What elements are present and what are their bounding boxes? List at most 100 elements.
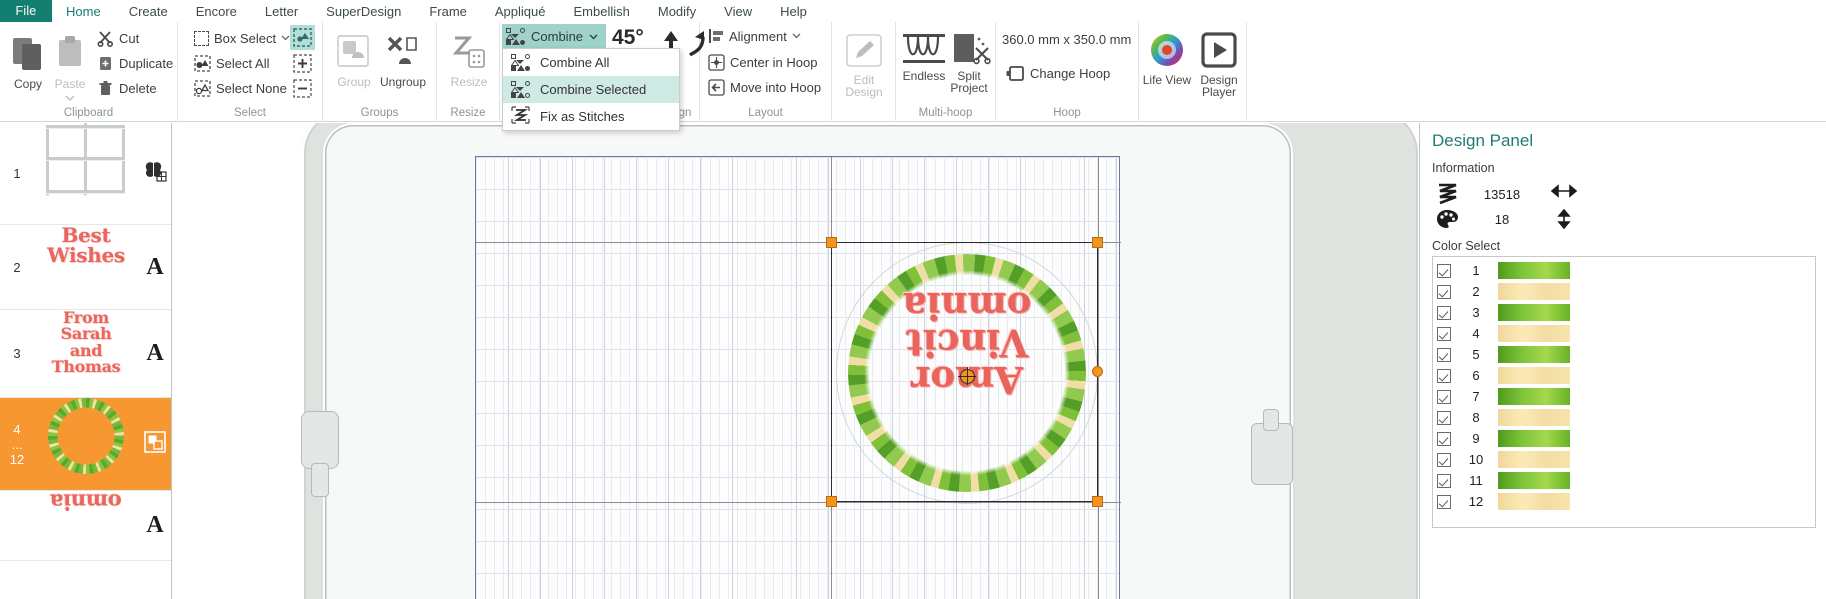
filmstrip-row-1-thumbnail[interactable] — [34, 123, 138, 224]
group-button[interactable]: Group — [326, 32, 382, 88]
filmstrip-row-5[interactable]: omnia A — [0, 489, 171, 561]
menu-item-fix-as-stitches[interactable]: Fix as Stitches — [503, 103, 679, 130]
paste-button[interactable]: Paste — [42, 34, 98, 104]
select-all-button[interactable]: Select All — [192, 52, 271, 74]
combine-dropdown-menu[interactable]: Combine All Combine Selected Fix as Stit… — [502, 48, 680, 131]
box-select-button[interactable]: Box Select — [192, 27, 292, 49]
resize-handle-top-right[interactable] — [1092, 237, 1103, 248]
filmstrip-row-3-thumbnail[interactable]: From Sarah and Thomas — [34, 309, 138, 397]
color-checkbox[interactable] — [1437, 431, 1451, 446]
remove-from-selection-button[interactable] — [290, 77, 315, 100]
tab-file[interactable]: File — [0, 0, 52, 22]
color-row[interactable]: 12 — [1437, 491, 1811, 512]
color-swatch[interactable] — [1498, 325, 1570, 342]
design-filmstrip[interactable]: 1 2 Best Wishes A 3 From Sarah and Thoma… — [0, 123, 172, 599]
filmstrip-row-3[interactable]: 3 From Sarah and Thomas A — [0, 309, 171, 398]
life-view-button[interactable]: Life View — [1139, 30, 1195, 86]
design-canvas[interactable]: Amor Vincit omnia — [173, 123, 1418, 599]
tab-frame[interactable]: Frame — [415, 0, 481, 22]
tab-help[interactable]: Help — [766, 0, 821, 22]
color-select-list[interactable]: 1 2 3 4 5 6 7 8 9 10 11 12 — [1432, 256, 1816, 528]
color-checkbox[interactable] — [1437, 263, 1451, 278]
filmstrip-row-2[interactable]: 2 Best Wishes A — [0, 225, 171, 310]
color-row[interactable]: 3 — [1437, 302, 1811, 323]
color-row[interactable]: 6 — [1437, 365, 1811, 386]
color-checkbox[interactable] — [1437, 389, 1451, 404]
rotation-angle-value[interactable]: 45° — [612, 26, 644, 50]
tab-embellish[interactable]: Embellish — [560, 0, 644, 22]
rotate-handle-right[interactable] — [1092, 366, 1103, 377]
design-center-marker[interactable] — [958, 367, 976, 385]
delete-button[interactable]: Delete — [95, 77, 159, 99]
color-row[interactable]: 4 — [1437, 323, 1811, 344]
color-swatch[interactable] — [1498, 472, 1570, 489]
filmstrip-row-5-thumbnail[interactable]: omnia — [34, 489, 138, 560]
color-row[interactable]: 5 — [1437, 344, 1811, 365]
cut-button[interactable]: Cut — [95, 27, 141, 49]
color-row[interactable]: 2 — [1437, 281, 1811, 302]
center-in-hoop-button[interactable]: Center in Hoop — [706, 51, 819, 73]
stitch-work-area[interactable]: Amor Vincit omnia — [475, 156, 1121, 599]
color-checkbox[interactable] — [1437, 347, 1451, 362]
tab-view[interactable]: View — [710, 0, 766, 22]
color-swatch[interactable] — [1498, 430, 1570, 447]
add-to-selection-button[interactable] — [290, 52, 315, 75]
design-player-button[interactable]: Design Player — [1191, 30, 1247, 98]
color-swatch[interactable] — [1498, 493, 1570, 510]
menu-item-combine-all[interactable]: Combine All — [503, 49, 679, 76]
color-checkbox[interactable] — [1437, 473, 1451, 488]
tab-encore[interactable]: Encore — [182, 0, 251, 22]
color-checkbox[interactable] — [1437, 494, 1451, 509]
tab-create[interactable]: Create — [115, 0, 182, 22]
color-swatch[interactable] — [1498, 346, 1570, 363]
color-row[interactable]: 11 — [1437, 470, 1811, 491]
change-hoop-button[interactable]: Change Hoop — [1004, 62, 1112, 84]
tab-superdesign[interactable]: SuperDesign — [312, 0, 415, 22]
color-row[interactable]: 10 — [1437, 449, 1811, 470]
resize-handle-bottom-left[interactable] — [826, 496, 837, 507]
color-checkbox[interactable] — [1437, 452, 1451, 467]
tab-home[interactable]: Home — [52, 0, 115, 22]
chevron-down-icon[interactable] — [281, 35, 290, 41]
color-swatch[interactable] — [1498, 409, 1570, 426]
color-checkbox[interactable] — [1437, 368, 1451, 383]
color-swatch[interactable] — [1498, 262, 1570, 279]
color-swatch[interactable] — [1498, 367, 1570, 384]
combine-button[interactable]: Combine — [502, 24, 607, 49]
color-row[interactable]: 1 — [1437, 260, 1811, 281]
color-row[interactable]: 7 — [1437, 386, 1811, 407]
tab-applique[interactable]: Appliqué — [481, 0, 560, 22]
resize-handle-top-left[interactable] — [826, 237, 837, 248]
color-swatch[interactable] — [1498, 304, 1570, 321]
split-project-button[interactable]: Split Project — [944, 32, 1000, 94]
duplicate-button[interactable]: Duplicate — [95, 52, 175, 74]
edit-design-button[interactable]: Edit Design — [836, 32, 892, 98]
tab-modify[interactable]: Modify — [644, 0, 710, 22]
color-checkbox[interactable] — [1437, 305, 1451, 320]
filmstrip-row-1[interactable]: 1 — [0, 123, 171, 225]
color-swatch[interactable] — [1498, 283, 1570, 300]
chevron-down-icon[interactable] — [792, 33, 801, 39]
color-checkbox[interactable] — [1437, 326, 1451, 341]
combine-label: Combine — [531, 29, 584, 44]
color-row[interactable]: 8 — [1437, 407, 1811, 428]
resize-handle-bottom-right[interactable] — [1092, 496, 1103, 507]
color-swatch[interactable] — [1498, 451, 1570, 468]
color-row[interactable]: 9 — [1437, 428, 1811, 449]
select-mode-toggle[interactable] — [290, 25, 315, 50]
menu-item-combine-selected[interactable]: Combine Selected — [503, 76, 679, 103]
color-checkbox[interactable] — [1437, 410, 1451, 425]
filmstrip-row-2-thumbnail[interactable]: Best Wishes — [34, 225, 138, 309]
chevron-down-icon[interactable] — [65, 95, 75, 101]
filmstrip-row-4[interactable]: 4 ... 12 — [0, 398, 171, 491]
tab-letter[interactable]: Letter — [251, 0, 312, 22]
filmstrip-row-4-thumbnail[interactable] — [34, 398, 138, 490]
move-into-hoop-button[interactable]: Move into Hoop — [706, 76, 823, 98]
ungroup-button[interactable]: Ungroup — [375, 32, 431, 88]
resize-button[interactable]: Resize — [441, 32, 497, 88]
chevron-down-icon[interactable] — [589, 34, 598, 40]
color-checkbox[interactable] — [1437, 284, 1451, 299]
color-swatch[interactable] — [1498, 388, 1570, 405]
select-none-button[interactable]: Select None — [192, 77, 289, 99]
alignment-button[interactable]: Alignment — [706, 25, 803, 47]
